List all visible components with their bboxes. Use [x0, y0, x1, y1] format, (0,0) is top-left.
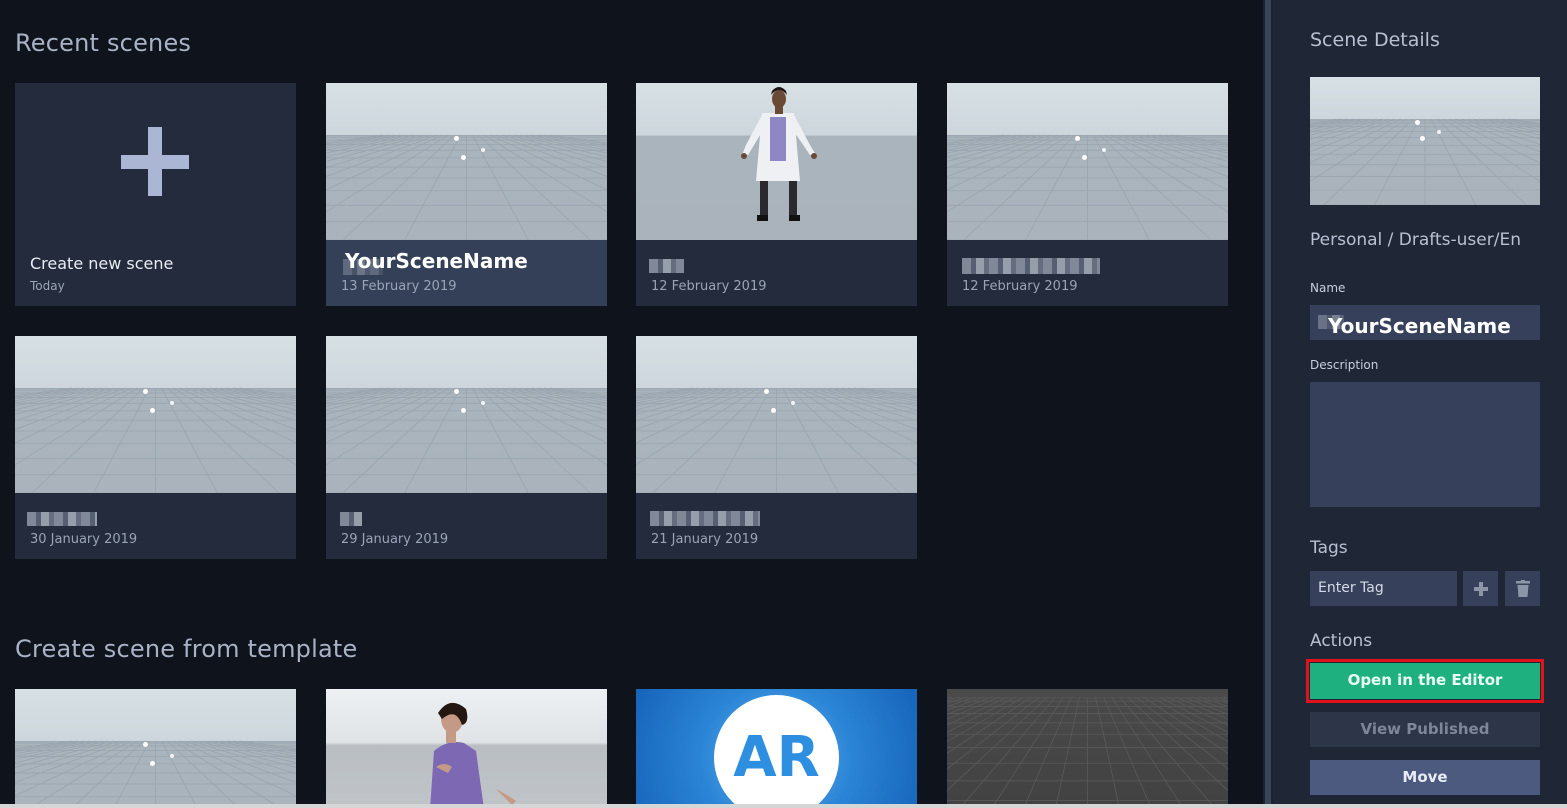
name-label: Name: [1310, 281, 1346, 295]
scene-details-panel: Scene Details Personal / Drafts-user/En …: [1273, 0, 1567, 808]
create-new-scene-card[interactable]: Create new scene Today: [15, 83, 296, 306]
scene-thumbnail: [636, 83, 917, 240]
plus-icon: [1473, 581, 1488, 596]
card-date: Today: [30, 279, 65, 293]
open-in-editor-button[interactable]: Open in the Editor: [1306, 659, 1544, 703]
template-thumbnail: AR: [636, 689, 917, 808]
scene-thumbnail: [636, 336, 917, 493]
scene-thumbnail: [947, 83, 1228, 240]
card-date: 21 January 2019: [651, 532, 759, 547]
card-title: YourSceneName: [345, 249, 528, 273]
template-thumbnail: [15, 689, 296, 808]
template-thumbnail: [326, 689, 607, 808]
scene-card[interactable]: 12 February 2019: [947, 83, 1228, 306]
card-title: Create new scene: [30, 254, 174, 273]
app-window: Recent scenes Create new scene Today You…: [0, 0, 1567, 808]
template-card[interactable]: [947, 689, 1228, 808]
view-published-button[interactable]: View Published: [1310, 712, 1540, 747]
scene-thumbnail: [15, 336, 296, 493]
scene-path-breadcrumb: Personal / Drafts-user/En: [1310, 230, 1521, 250]
scene-card[interactable]: 21 January 2019: [636, 336, 917, 559]
move-button[interactable]: Move: [1310, 760, 1540, 795]
add-tag-button[interactable]: [1463, 571, 1498, 606]
selected-scene-thumbnail: [1310, 77, 1540, 205]
description-label: Description: [1310, 358, 1379, 372]
card-date: 29 January 2019: [341, 532, 449, 547]
scene-card[interactable]: YourSceneName 13 February 2019: [326, 83, 607, 306]
scenes-main: Recent scenes Create new scene Today You…: [0, 0, 1263, 808]
card-date: 12 February 2019: [962, 279, 1078, 294]
actions-heading: Actions: [1310, 631, 1373, 651]
tags-heading: Tags: [1310, 538, 1348, 558]
trash-icon: [1515, 580, 1530, 597]
scrollbar-thumb[interactable]: [1265, 0, 1271, 808]
template-thumbnail: [947, 689, 1228, 808]
card-date: 12 February 2019: [651, 279, 767, 294]
scene-card[interactable]: 29 January 2019: [326, 336, 607, 559]
scene-name-value: YourSceneName: [1328, 314, 1511, 338]
delete-tag-button[interactable]: [1505, 571, 1540, 606]
scene-card[interactable]: 30 January 2019: [15, 336, 296, 559]
scene-thumbnail: [326, 336, 607, 493]
template-card[interactable]: [326, 689, 607, 808]
scene-thumbnail: [326, 83, 607, 240]
ar-logo-label: AR: [733, 725, 820, 790]
main-scrollbar[interactable]: [1263, 0, 1273, 808]
scene-card[interactable]: 12 February 2019: [636, 83, 917, 306]
template-card[interactable]: [15, 689, 296, 808]
tag-input[interactable]: Enter Tag: [1310, 571, 1457, 606]
window-bottom-edge: [0, 804, 1567, 808]
description-field[interactable]: [1310, 382, 1540, 507]
card-date: 30 January 2019: [30, 532, 138, 547]
recent-scenes-heading: Recent scenes: [15, 29, 192, 57]
scene-name-field[interactable]: YourSceneName: [1310, 305, 1540, 340]
templates-heading: Create scene from template: [15, 635, 358, 663]
panel-title: Scene Details: [1310, 29, 1440, 51]
card-date: 13 February 2019: [341, 279, 457, 294]
template-card[interactable]: AR: [636, 689, 917, 808]
